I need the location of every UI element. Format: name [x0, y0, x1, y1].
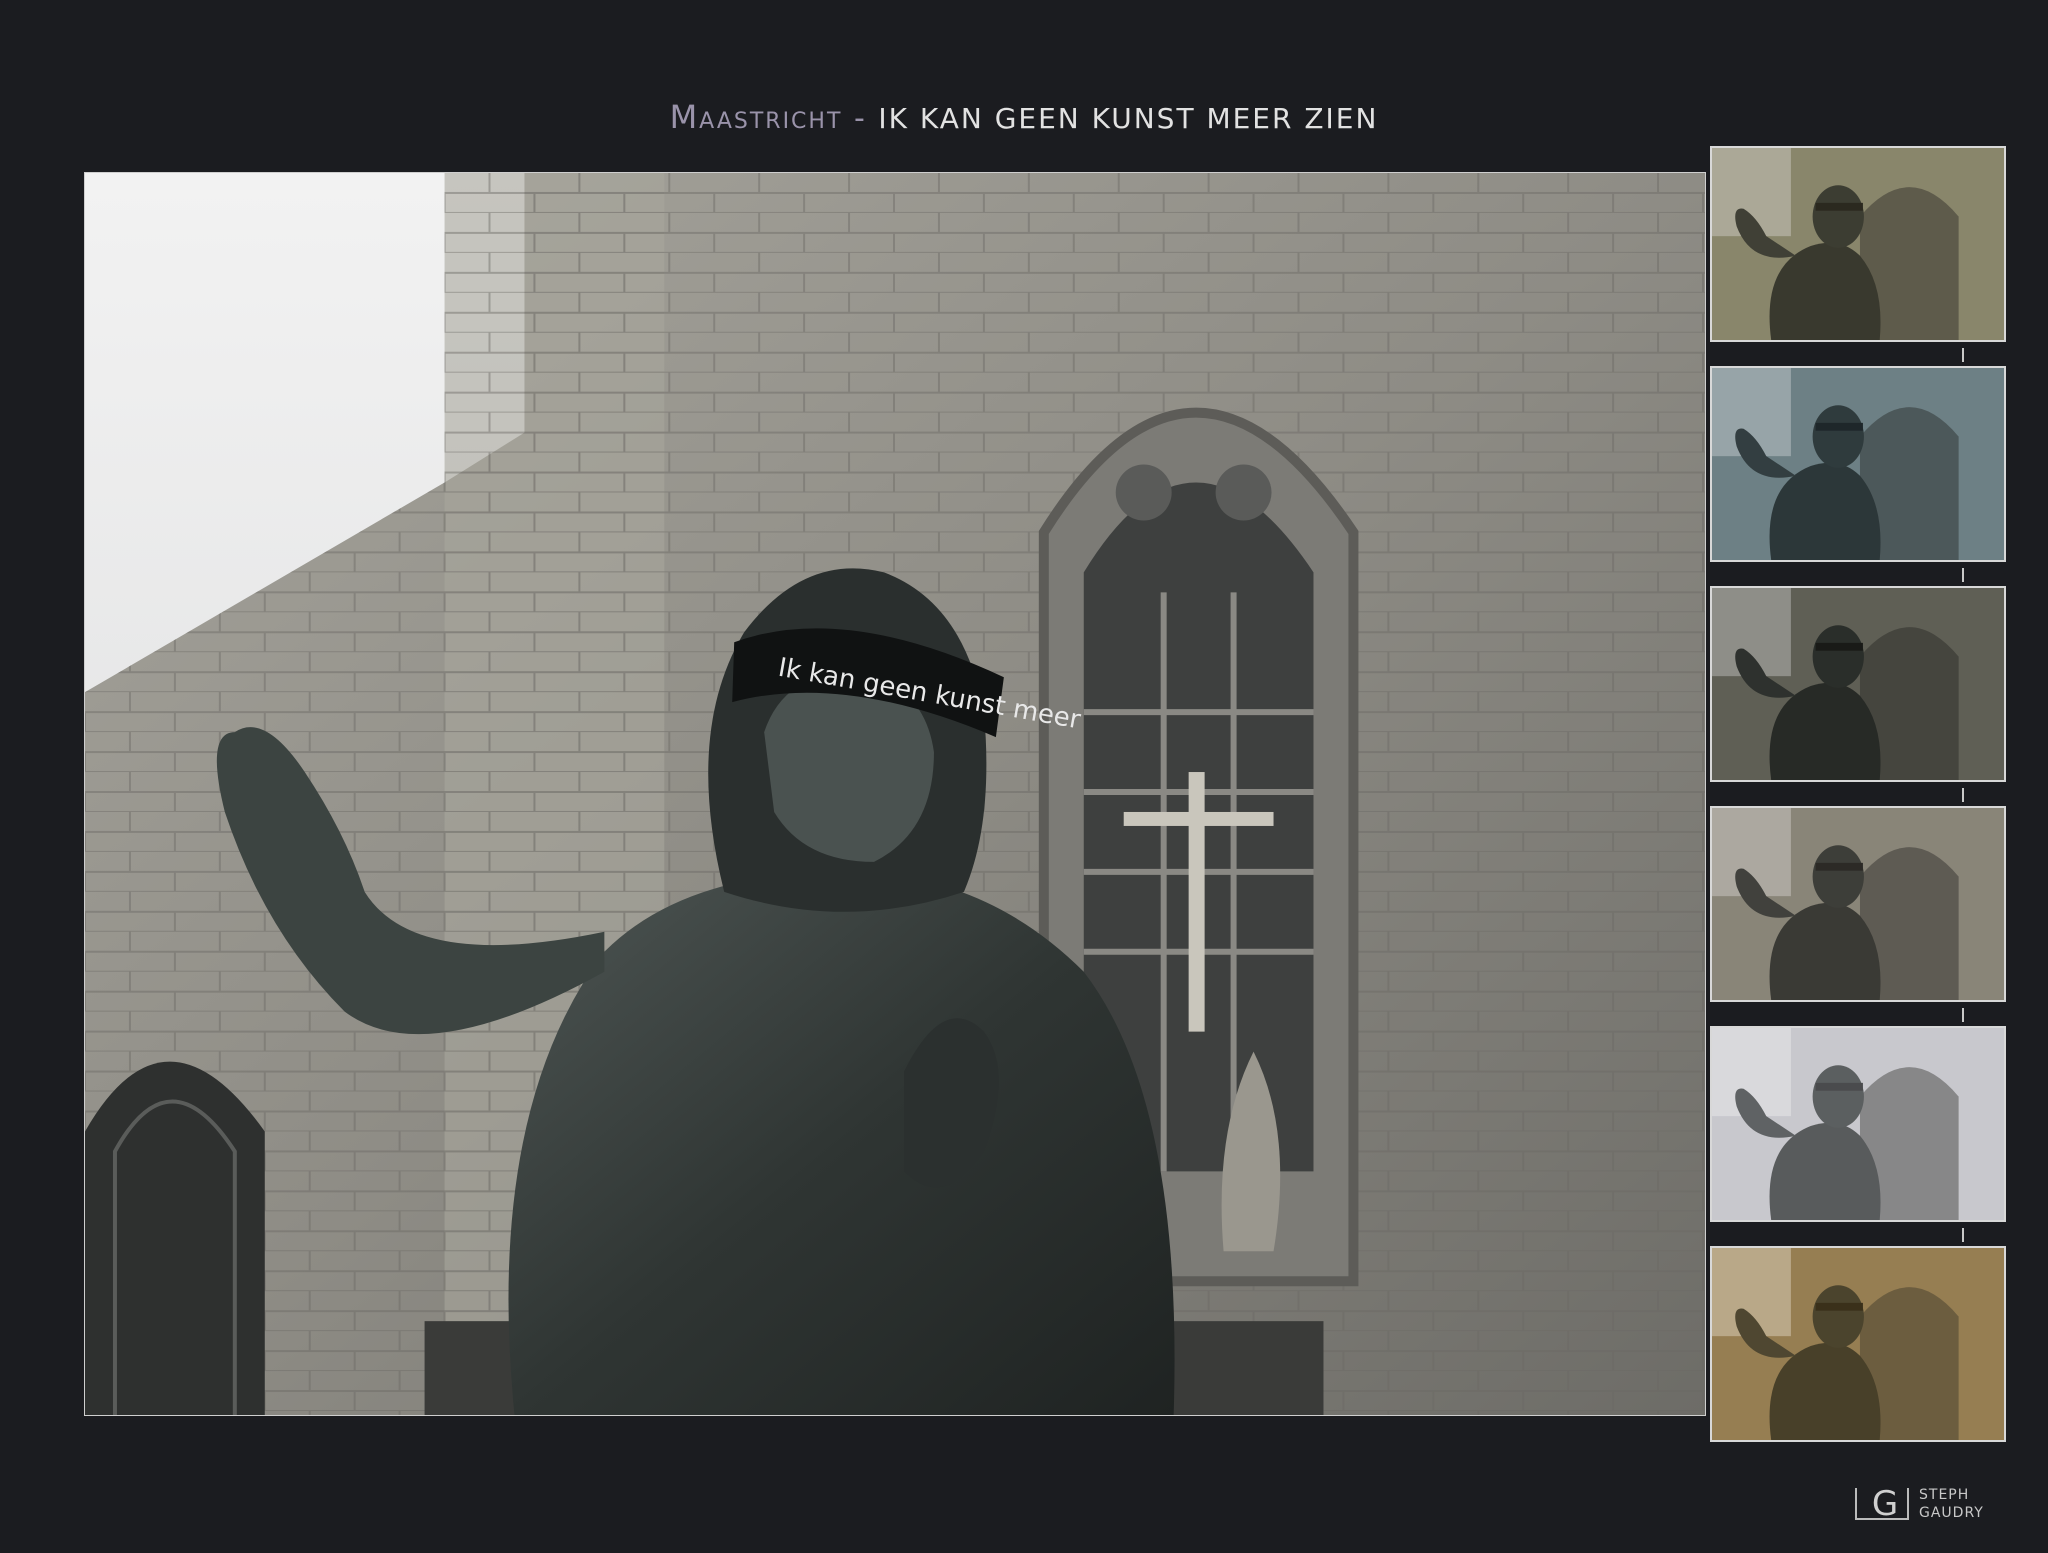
statue-photo: Ik kan geen kunst meer [85, 173, 1705, 1415]
logo-text: Steph Gaudry [1919, 1486, 1984, 1522]
main-photo[interactable]: Ik kan geen kunst meer [84, 172, 1706, 1416]
thumbnail-1[interactable] [1710, 146, 2006, 342]
thumbnail-5[interactable] [1710, 1026, 2006, 1222]
title-name: IK KAN GEEN KUNST MEER ZIEN [878, 102, 1379, 135]
thumbnail-connector [1962, 348, 1964, 362]
thumbnail-connector [1962, 1228, 1964, 1242]
thumbnail-4[interactable] [1710, 806, 2006, 1002]
thumbnail-connector [1962, 1008, 1964, 1022]
title-place: Maastricht [669, 98, 843, 136]
logo-line2: Gaudry [1919, 1505, 1984, 1521]
photographer-logo[interactable]: G Steph Gaudry [1855, 1484, 2015, 1524]
thumbnail-2[interactable] [1710, 366, 2006, 562]
logo-icon: G [1855, 1484, 1915, 1524]
thumbnail-connector [1962, 788, 1964, 802]
title-separator: - [842, 101, 879, 136]
thumbnail-6[interactable] [1710, 1246, 2006, 1442]
page-title: Maastricht - IK KAN GEEN KUNST MEER ZIEN [0, 98, 2048, 136]
thumbnail-3[interactable] [1710, 586, 2006, 782]
thumbnail-connector [1962, 568, 1964, 582]
logo-line1: Steph [1919, 1487, 1970, 1503]
